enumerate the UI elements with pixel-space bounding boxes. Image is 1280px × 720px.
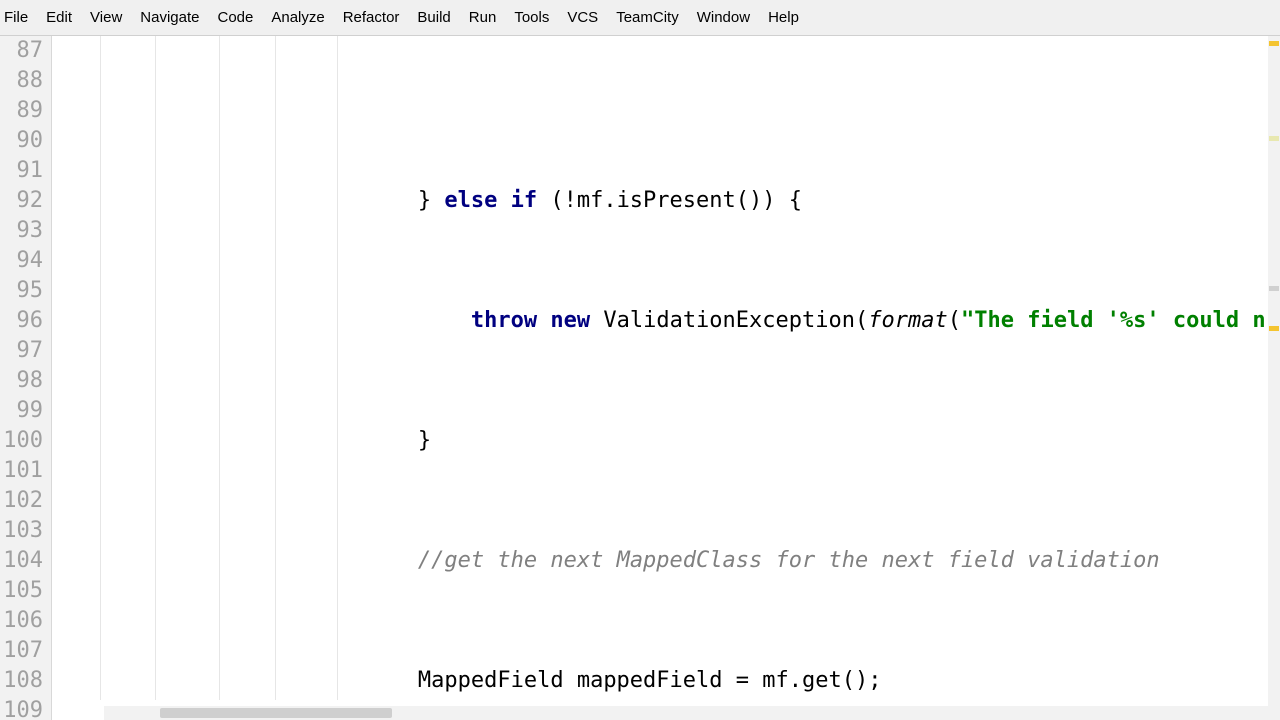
line-number: 109 bbox=[0, 696, 43, 720]
line-number: 107 bbox=[0, 636, 43, 666]
menu-analyze[interactable]: Analyze bbox=[262, 0, 333, 35]
line-number: 108 bbox=[0, 666, 43, 696]
line-number: 88 bbox=[0, 66, 43, 96]
menu-refactor[interactable]: Refactor bbox=[334, 0, 409, 35]
line-number: 103 bbox=[0, 516, 43, 546]
menu-tools[interactable]: Tools bbox=[505, 0, 558, 35]
error-stripe-marker[interactable] bbox=[1269, 136, 1279, 141]
line-number: 98 bbox=[0, 366, 43, 396]
line-number: 100 bbox=[0, 426, 43, 456]
code-line[interactable]: } else if (!mf.isPresent()) { bbox=[52, 186, 1280, 216]
menu-build[interactable]: Build bbox=[408, 0, 459, 35]
line-number-gutter: 8788899091929394959697989910010110210310… bbox=[0, 36, 52, 720]
menu-teamcity[interactable]: TeamCity bbox=[607, 0, 688, 35]
error-stripe-marker[interactable] bbox=[1269, 41, 1279, 46]
line-number: 104 bbox=[0, 546, 43, 576]
menu-navigate[interactable]: Navigate bbox=[131, 0, 208, 35]
line-number: 106 bbox=[0, 606, 43, 636]
line-number: 90 bbox=[0, 126, 43, 156]
line-number: 93 bbox=[0, 216, 43, 246]
code-line[interactable]: MappedField mappedField = mf.get(); bbox=[52, 666, 1280, 696]
error-stripe[interactable] bbox=[1268, 36, 1280, 720]
line-number: 95 bbox=[0, 276, 43, 306]
error-stripe-marker[interactable] bbox=[1269, 326, 1279, 331]
line-number: 94 bbox=[0, 246, 43, 276]
menu-bar: File Edit View Navigate Code Analyze Ref… bbox=[0, 0, 1280, 36]
line-number: 96 bbox=[0, 306, 43, 336]
menu-edit[interactable]: Edit bbox=[37, 0, 81, 35]
editor: 8788899091929394959697989910010110210310… bbox=[0, 36, 1280, 720]
line-number: 99 bbox=[0, 396, 43, 426]
error-stripe-marker[interactable] bbox=[1269, 286, 1279, 291]
horizontal-scrollbar-thumb[interactable] bbox=[160, 708, 392, 718]
menu-window[interactable]: Window bbox=[688, 0, 759, 35]
menu-code[interactable]: Code bbox=[208, 0, 262, 35]
code-line[interactable]: //get the next MappedClass for the next … bbox=[52, 546, 1280, 576]
code-area[interactable]: } else if (!mf.isPresent()) { throw new … bbox=[52, 36, 1280, 720]
horizontal-scrollbar[interactable] bbox=[104, 706, 1268, 720]
code-line[interactable]: throw new ValidationException(format("Th… bbox=[52, 306, 1280, 336]
line-number: 97 bbox=[0, 336, 43, 366]
menu-help[interactable]: Help bbox=[759, 0, 808, 35]
line-number: 92 bbox=[0, 186, 43, 216]
line-number: 105 bbox=[0, 576, 43, 606]
line-number: 102 bbox=[0, 486, 43, 516]
code-line[interactable]: } bbox=[52, 426, 1280, 456]
menu-file[interactable]: File bbox=[0, 0, 37, 35]
line-number: 101 bbox=[0, 456, 43, 486]
menu-run[interactable]: Run bbox=[460, 0, 506, 35]
line-number: 91 bbox=[0, 156, 43, 186]
line-number: 89 bbox=[0, 96, 43, 126]
menu-view[interactable]: View bbox=[81, 0, 131, 35]
line-number: 87 bbox=[0, 36, 43, 66]
menu-vcs[interactable]: VCS bbox=[558, 0, 607, 35]
